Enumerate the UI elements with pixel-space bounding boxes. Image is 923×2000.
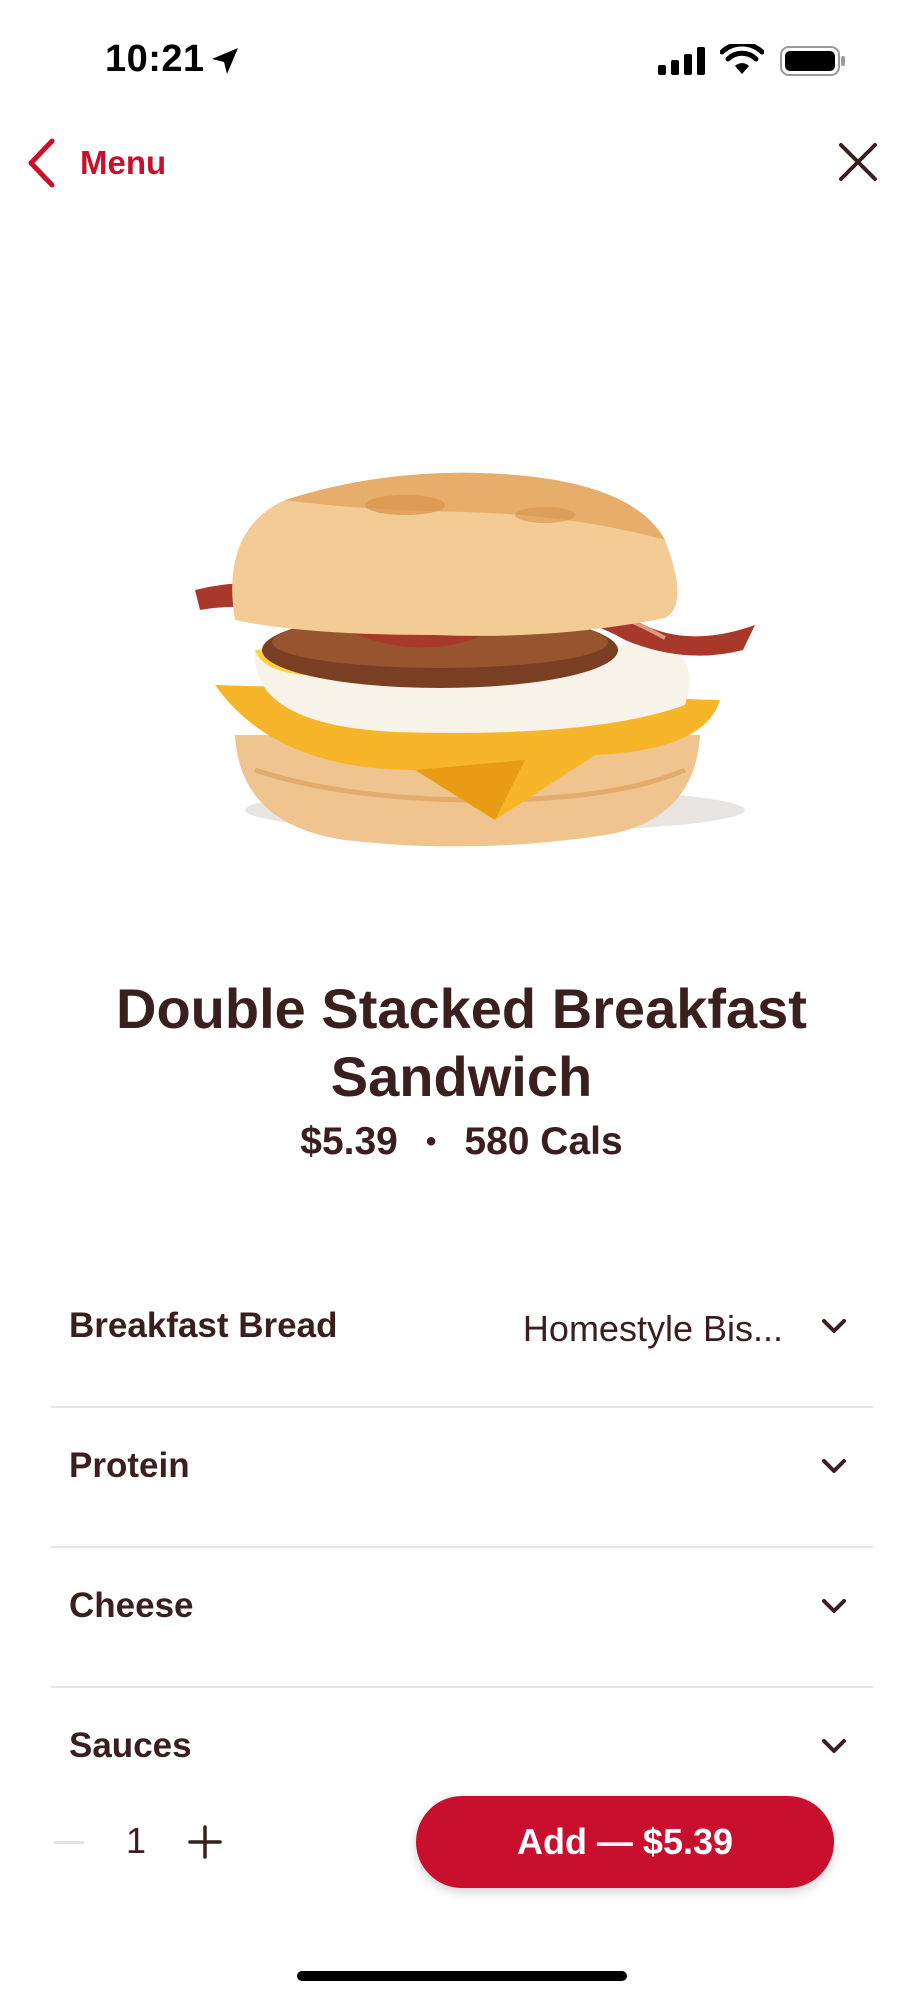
quantity-value: 1 bbox=[126, 1820, 147, 1861]
status-bar: 10:21 bbox=[0, 0, 923, 120]
option-sauces[interactable]: Sauces bbox=[51, 1688, 873, 1765]
chevron-down-icon bbox=[822, 1599, 846, 1613]
plus-icon[interactable] bbox=[188, 1825, 222, 1859]
product-meta: $5.39 • 580 Cals bbox=[0, 1120, 923, 1164]
customization-options: Breakfast Bread Homestyle Bis... Protein… bbox=[51, 1268, 873, 1765]
option-label: Cheese bbox=[69, 1586, 194, 1625]
battery-icon bbox=[780, 46, 845, 76]
chevron-down-icon bbox=[822, 1319, 846, 1333]
chevron-left-icon bbox=[28, 138, 55, 188]
chevron-down-icon bbox=[822, 1459, 846, 1473]
option-breakfast-bread[interactable]: Breakfast Bread Homestyle Bis... bbox=[51, 1268, 873, 1408]
add-to-order-button[interactable]: Add — $5.39 bbox=[416, 1796, 834, 1888]
minus-icon[interactable] bbox=[54, 1822, 84, 1862]
back-label: Menu bbox=[80, 144, 167, 181]
wifi-icon bbox=[720, 44, 764, 74]
option-label: Protein bbox=[69, 1446, 190, 1485]
option-protein[interactable]: Protein bbox=[51, 1408, 873, 1548]
option-value: Homestyle Bis... bbox=[522, 1308, 783, 1349]
home-indicator bbox=[297, 1971, 627, 1981]
product-title: Double Stacked Breakfast Sandwich bbox=[116, 977, 807, 1108]
meta-separator: • bbox=[425, 1125, 437, 1158]
back-button[interactable]: Menu bbox=[26, 136, 166, 190]
option-cheese[interactable]: Cheese bbox=[51, 1548, 873, 1688]
location-arrow-icon bbox=[212, 48, 238, 74]
close-icon[interactable] bbox=[836, 140, 880, 184]
cellular-signal-icon bbox=[658, 47, 705, 75]
status-time: 10:21 bbox=[105, 38, 205, 80]
product-calories: 580 Cals bbox=[464, 1120, 623, 1163]
chevron-down-icon bbox=[822, 1739, 846, 1753]
option-label: Sauces bbox=[69, 1726, 192, 1765]
product-price: $5.39 bbox=[300, 1120, 398, 1163]
option-label: Breakfast Bread bbox=[69, 1306, 338, 1345]
product-image bbox=[195, 472, 755, 847]
